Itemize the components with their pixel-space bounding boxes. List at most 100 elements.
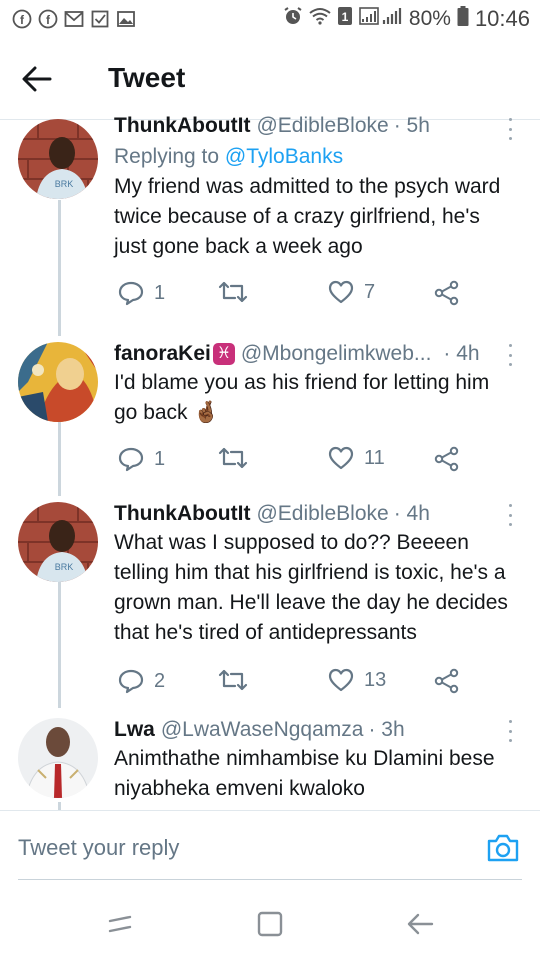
reply-count: 2 <box>154 669 166 692</box>
back-arrow-icon <box>22 66 52 92</box>
thread-line <box>58 200 61 336</box>
system-nav-bar <box>0 888 540 960</box>
avatar[interactable]: BRK <box>18 119 98 199</box>
tweet-header: ThunkAboutIt @EdibleBloke · 5h <box>114 112 514 140</box>
retweet-icon <box>218 281 248 303</box>
like-count: 11 <box>364 446 385 469</box>
sim-icon: 1 <box>337 6 353 32</box>
share-icon <box>434 668 459 694</box>
reply-count: 1 <box>154 447 166 470</box>
reply-button[interactable]: 2 <box>118 668 165 694</box>
display-name[interactable]: ThunkAboutIt <box>114 112 250 140</box>
replying-to-link[interactable]: @TyloBanks <box>225 145 343 168</box>
like-count: 13 <box>364 668 387 691</box>
status-bar: f f 1 80% 10:46 <box>0 0 540 38</box>
thread-line <box>58 802 61 810</box>
home-button[interactable] <box>256 910 286 940</box>
display-name[interactable]: ThunkAboutIt <box>114 500 250 528</box>
signal-icon <box>359 6 403 32</box>
reply-icon <box>118 281 144 306</box>
heart-icon <box>328 668 354 692</box>
replying-prefix: Replying to <box>114 145 225 168</box>
battery-percent: 80% <box>408 7 451 30</box>
share-icon <box>434 446 459 472</box>
system-back-icon <box>407 913 434 935</box>
wifi-icon <box>309 7 331 31</box>
gmail-icon <box>64 9 84 29</box>
reply-input[interactable]: Tweet your reply <box>18 835 179 861</box>
svg-text:1: 1 <box>342 10 349 24</box>
tweet-header: fanoraKei ♓ @Mbongelimkweb... · 4h <box>114 340 514 368</box>
tweet-text: Animthathe nimhambise ku Dlamini bese ni… <box>114 747 495 800</box>
replying-to: Replying to @TyloBanks <box>114 142 514 172</box>
tweet-feed[interactable]: BRK ThunkAboutIt @EdibleBloke · 5h Reply… <box>0 112 540 810</box>
recent-apps-icon <box>108 915 132 933</box>
retweet-icon <box>218 447 248 469</box>
like-count: 7 <box>364 280 376 303</box>
heart-icon <box>328 280 354 304</box>
pisces-badge: ♓ <box>212 343 235 365</box>
handle[interactable]: @LwaWaseNgqamza <box>161 716 364 744</box>
reply-icon <box>118 669 144 694</box>
share-button[interactable] <box>434 446 460 472</box>
like-button[interactable]: 7 <box>328 280 375 304</box>
share-button[interactable] <box>434 668 460 694</box>
like-button[interactable]: 11 <box>328 446 385 470</box>
retweet-button[interactable] <box>218 280 258 304</box>
facebook-icon: f <box>38 9 58 29</box>
timestamp: · 3h <box>368 718 405 741</box>
svg-text:f: f <box>20 13 25 27</box>
top-app-bar: Tweet <box>0 38 540 120</box>
tweet-text: I'd blame you as his friend for letting … <box>114 371 490 424</box>
avatar[interactable]: BRK <box>18 502 98 582</box>
heart-icon <box>328 446 354 470</box>
more-options-button[interactable] <box>505 720 515 742</box>
handle[interactable]: @Mbongelimkweb... <box>241 340 432 368</box>
thread-line <box>58 562 61 708</box>
reply-button[interactable]: 1 <box>118 446 165 472</box>
svg-text:BRK: BRK <box>55 562 74 572</box>
retweet-icon <box>218 669 248 691</box>
tweet-header: ThunkAboutIt @EdibleBloke · 4h <box>114 500 514 528</box>
more-options-button[interactable] <box>505 118 515 140</box>
more-options-button[interactable] <box>505 344 515 366</box>
camera-button[interactable] <box>486 833 522 865</box>
gallery-icon <box>116 9 136 29</box>
avatar[interactable] <box>18 718 98 798</box>
display-name[interactable]: Lwa <box>114 716 155 744</box>
page-title: Tweet <box>108 62 186 93</box>
timestamp: · 4h <box>393 502 430 525</box>
battery-icon <box>457 6 469 32</box>
retweet-button[interactable] <box>218 446 258 470</box>
reply-button[interactable]: 1 <box>118 280 165 306</box>
timestamp: · 4h <box>443 342 480 365</box>
alarm-icon <box>283 6 303 32</box>
facebook-icon: f <box>12 9 32 29</box>
more-options-button[interactable] <box>505 504 515 526</box>
back-button[interactable] <box>22 64 62 94</box>
svg-text:BRK: BRK <box>55 179 74 189</box>
tweet-text: What was I supposed to do?? Beeeen telli… <box>114 531 508 644</box>
tweet-text: My friend was admitted to the psych ward… <box>114 175 501 258</box>
recent-apps-button[interactable] <box>106 910 136 940</box>
avatar[interactable] <box>18 342 98 422</box>
display-name[interactable]: fanoraKei <box>114 340 211 368</box>
share-icon <box>434 280 459 306</box>
timestamp: · 5h <box>393 114 430 137</box>
clock: 10:46 <box>474 6 530 31</box>
share-button[interactable] <box>434 280 460 306</box>
tweet-actions: 2 13 <box>118 668 518 698</box>
system-back-button[interactable] <box>406 910 436 940</box>
svg-text:f: f <box>46 13 51 27</box>
reply-icon <box>118 447 144 472</box>
reply-composer: Tweet your reply <box>0 810 540 888</box>
home-icon <box>257 911 283 937</box>
reply-count: 1 <box>154 281 166 304</box>
handle[interactable]: @EdibleBloke <box>256 112 388 140</box>
tweet-header: Lwa @LwaWaseNgqamza · 3h <box>114 716 514 744</box>
tweet-actions: 1 7 <box>118 280 518 310</box>
tweet-actions: 1 11 <box>118 446 518 476</box>
retweet-button[interactable] <box>218 668 258 692</box>
handle[interactable]: @EdibleBloke <box>256 500 388 528</box>
like-button[interactable]: 13 <box>328 668 386 692</box>
